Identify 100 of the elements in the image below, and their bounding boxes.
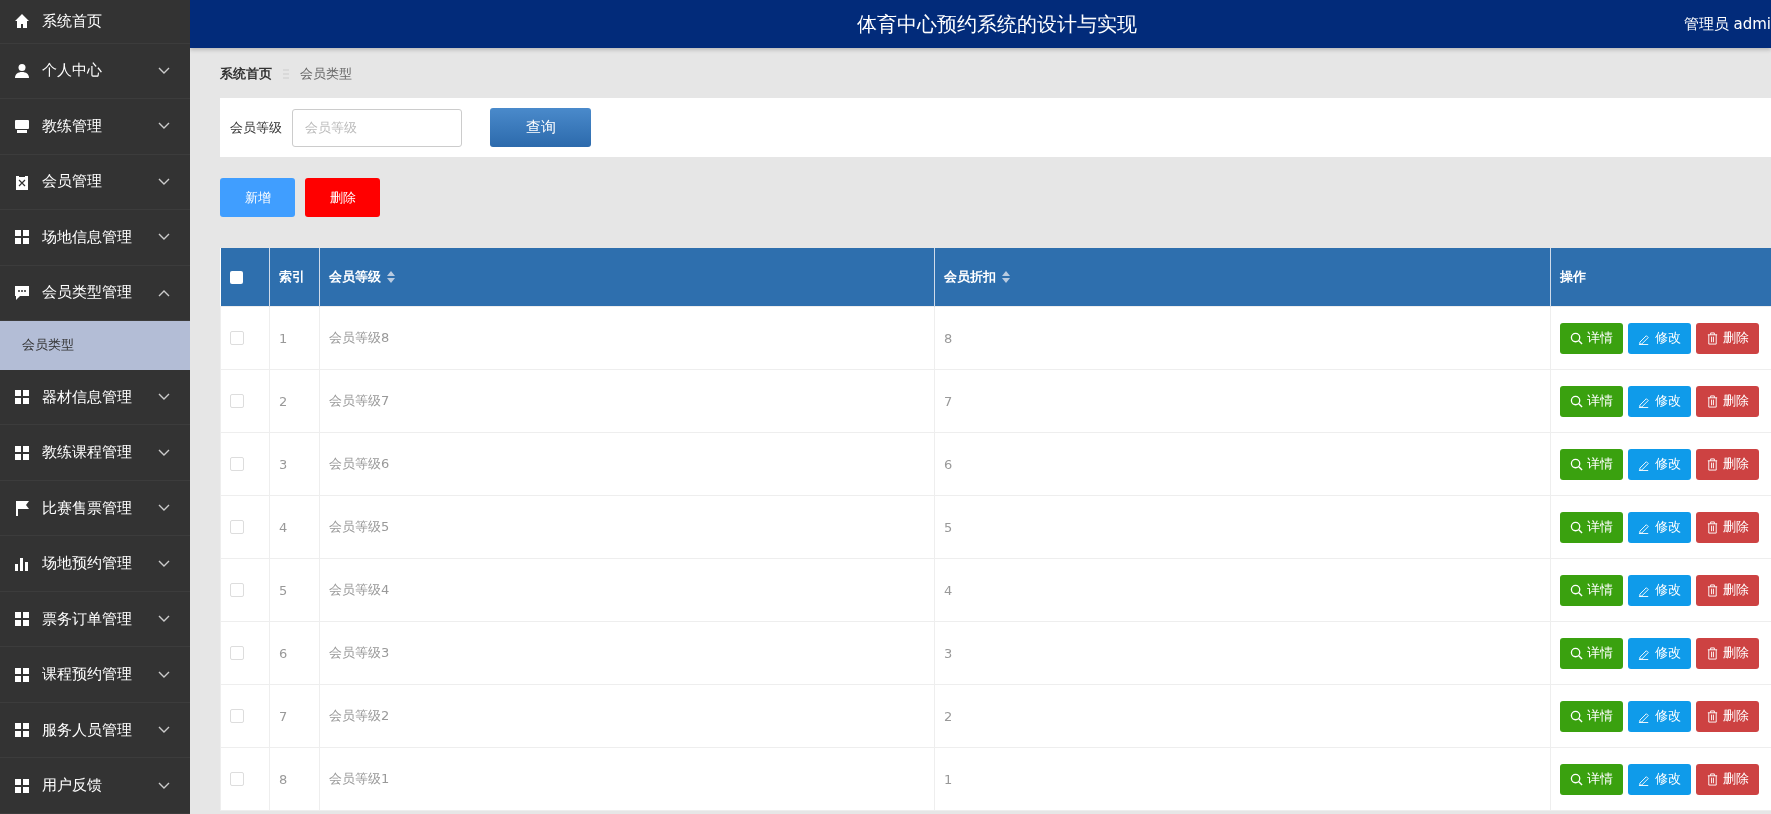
sidebar-item[interactable]: 场地信息管理 [0,210,190,266]
select-all-checkbox[interactable] [229,270,243,284]
trash-icon [1706,709,1719,723]
table-cell: 2 [269,369,320,433]
submenu-item[interactable]: 会员类型 [0,321,190,370]
delete-button[interactable]: 删除 [1696,511,1759,543]
clipboard-icon [14,173,30,190]
search-icon [1570,646,1583,660]
column-header: 索引 [279,268,305,286]
row-checkbox[interactable] [230,331,244,345]
trash-icon [1706,520,1719,534]
sort-icon[interactable] [1002,271,1010,283]
table-cell: 3 [269,432,320,496]
grid-icon [14,389,30,406]
delete-button[interactable]: 删除 [1696,763,1759,795]
details-button[interactable]: 详情 [1560,700,1623,732]
sidebar-item[interactable]: 教练课程管理 [0,425,190,481]
row-checkbox[interactable] [230,583,244,597]
grid-icon [14,666,30,683]
table-cell: 8 [269,747,320,811]
breadcrumb-link[interactable]: 系统首页 [220,65,272,83]
search-icon [1570,709,1583,723]
add-button[interactable]: 新增 [220,178,295,217]
sidebar-item[interactable]: 课程预约管理 [0,647,190,703]
edit-button[interactable]: 修改 [1628,448,1691,480]
delete-button[interactable]: 删除 [1696,448,1759,480]
details-button[interactable]: 详情 [1560,385,1623,417]
search-field[interactable]: 会员等级 [292,108,462,147]
row-checkbox[interactable] [230,772,244,786]
search-button[interactable]: 查询 [490,108,591,147]
table-cell: 4 [934,558,1551,622]
trash-icon [1706,772,1719,786]
delete-button[interactable]: 删除 [1696,574,1759,606]
row-checkbox[interactable] [230,394,244,408]
row-checkbox[interactable] [230,646,244,660]
delete-button[interactable]: 删除 [1696,700,1759,732]
grid-icon [14,611,30,628]
grid-icon [14,722,30,739]
trash-icon [1706,583,1719,597]
tray-icon [14,118,30,135]
details-button[interactable]: 详情 [1560,511,1623,543]
sidebar-item[interactable]: 教练管理 [0,99,190,155]
row-checkbox[interactable] [230,457,244,471]
app-title: 体育中心预约系统的设计与实现 [855,10,1138,38]
search-icon [1570,583,1583,597]
edit-button[interactable]: 修改 [1628,700,1691,732]
delete-button[interactable]: 删除 [1696,322,1759,354]
edit-button[interactable]: 修改 [1628,322,1691,354]
details-button[interactable]: 详情 [1560,574,1623,606]
grid-icon [14,777,30,794]
table-cell: 2 [934,684,1551,748]
table-cell: 会员等级7 [319,369,935,433]
table-cell: 7 [934,369,1551,433]
sidebar-item[interactable]: 场地预约管理 [0,536,190,592]
grid-icon [14,444,30,461]
table-cell: 6 [269,621,320,685]
breadcrumb-link[interactable]: 会员类型 [300,65,352,83]
edit-button[interactable]: 修改 [1628,637,1691,669]
trash-icon [1706,331,1719,345]
row-checkbox[interactable] [230,709,244,723]
details-button[interactable]: 详情 [1560,322,1623,354]
table-cell: 会员等级5 [319,495,935,559]
search-icon [1570,331,1583,345]
sidebar-item[interactable]: 会员管理 [0,154,190,211]
edit-button[interactable]: 修改 [1628,763,1691,795]
table-cell: 5 [269,558,320,622]
sidebar-item[interactable]: 服务人员管理 [0,702,190,759]
sidebar-item[interactable]: 票务订单管理 [0,591,190,648]
sidebar-item[interactable]: 个人中心 [0,43,190,100]
edit-button[interactable]: 修改 [1628,511,1691,543]
grid-icon [14,229,30,246]
trash-icon [1706,457,1719,471]
flag-icon [14,500,30,517]
table-cell: 5 [934,495,1551,559]
column-header: 会员等级 [329,268,381,286]
delete-button[interactable]: 删除 [1696,637,1759,669]
trash-icon [1706,394,1719,408]
table-cell: 会员等级1 [319,747,935,811]
home-icon [14,13,30,30]
user-name: 管理员 admi [1683,14,1771,34]
sort-icon[interactable] [387,271,395,283]
details-button[interactable]: 详情 [1560,448,1623,480]
search-icon [1570,394,1583,408]
sidebar-item[interactable]: 器材信息管理 [0,369,190,426]
edit-button[interactable]: 修改 [1628,574,1691,606]
details-button[interactable]: 详情 [1560,637,1623,669]
sidebar-item[interactable]: 用户反馈 [0,758,190,814]
bar-chart-icon [14,555,30,572]
edit-button[interactable]: 修改 [1628,385,1691,417]
table-cell: 会员等级2 [319,684,935,748]
table-cell: 1 [269,306,320,370]
delete-button[interactable]: 删除 [1696,385,1759,417]
delete-button[interactable]: 删除 [305,178,380,217]
column-header: 会员折扣 [944,268,996,286]
search-icon [1570,772,1583,786]
row-checkbox[interactable] [230,520,244,534]
table-cell: 6 [934,432,1551,496]
chat-icon [14,284,30,301]
sidebar-item[interactable]: 比赛售票管理 [0,480,190,537]
details-button[interactable]: 详情 [1560,763,1623,795]
